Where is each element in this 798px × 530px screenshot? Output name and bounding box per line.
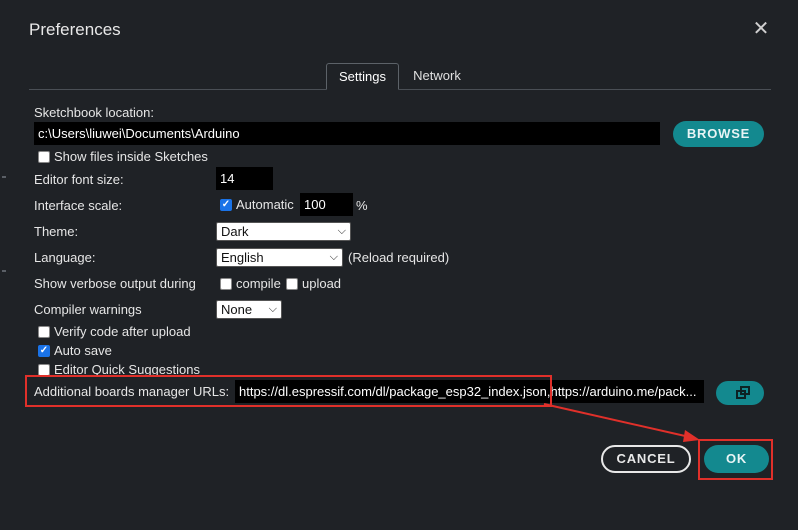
verify-code-label: Verify code after upload xyxy=(54,324,191,339)
left-edge-mark xyxy=(2,176,6,178)
tab-network[interactable]: Network xyxy=(400,63,474,90)
dialog-title: Preferences xyxy=(29,20,121,39)
theme-select[interactable]: Dark ⌵ xyxy=(216,222,351,241)
close-icon[interactable]: ✕ xyxy=(752,19,770,39)
upload-label: upload xyxy=(302,276,342,291)
open-urls-editor-button[interactable] xyxy=(716,381,764,405)
scale-input[interactable]: 100 xyxy=(300,193,353,216)
show-files-checkbox[interactable] xyxy=(38,151,50,163)
sketchbook-label: Sketchbook location: xyxy=(34,105,154,120)
theme-select-value: Dark xyxy=(221,224,249,239)
cancel-button[interactable]: CANCEL xyxy=(601,445,691,473)
theme-label: Theme: xyxy=(34,224,79,239)
font-size-label: Editor font size: xyxy=(34,172,124,187)
scale-label: Interface scale: xyxy=(34,198,123,213)
sketchbook-path-input[interactable]: c:\Users\liuwei\Documents\Arduino xyxy=(34,122,660,145)
compiler-warnings-value: None xyxy=(221,302,253,317)
automatic-checkbox[interactable]: ✓ xyxy=(220,199,232,211)
upload-checkbox[interactable] xyxy=(286,278,298,290)
scale-unit: % xyxy=(356,198,368,213)
verify-code-checkbox[interactable] xyxy=(38,326,50,338)
chevron-down-icon: ⌵ xyxy=(268,303,277,315)
font-size-input[interactable]: 14 xyxy=(216,167,273,190)
chevron-down-icon: ⌵ xyxy=(329,251,338,263)
auto-save-label: Auto save xyxy=(54,343,112,358)
browse-button[interactable]: BROWSE xyxy=(673,121,764,147)
compiler-warnings-select[interactable]: None ⌵ xyxy=(216,300,282,319)
language-select-value: English xyxy=(221,250,264,265)
automatic-label: Automatic xyxy=(236,197,294,212)
highlight-box-ok xyxy=(698,439,773,480)
language-label: Language: xyxy=(34,250,96,265)
chevron-down-icon: ⌵ xyxy=(337,225,346,237)
left-edge-mark xyxy=(2,270,6,272)
compiler-warnings-label: Compiler warnings xyxy=(34,302,142,317)
compile-checkbox[interactable] xyxy=(220,278,232,290)
highlight-box-boards-urls xyxy=(25,375,552,407)
tab-settings[interactable]: Settings xyxy=(326,63,399,90)
language-note: (Reload required) xyxy=(348,250,450,265)
compile-label: compile xyxy=(236,276,281,291)
show-files-label: Show files inside Sketches xyxy=(54,149,208,164)
window-restore-icon xyxy=(736,386,750,399)
language-select[interactable]: English ⌵ xyxy=(216,248,343,267)
arrow-annotation xyxy=(543,403,700,442)
auto-save-checkbox[interactable]: ✓ xyxy=(38,345,50,357)
verbose-label: Show verbose output during xyxy=(34,276,196,291)
